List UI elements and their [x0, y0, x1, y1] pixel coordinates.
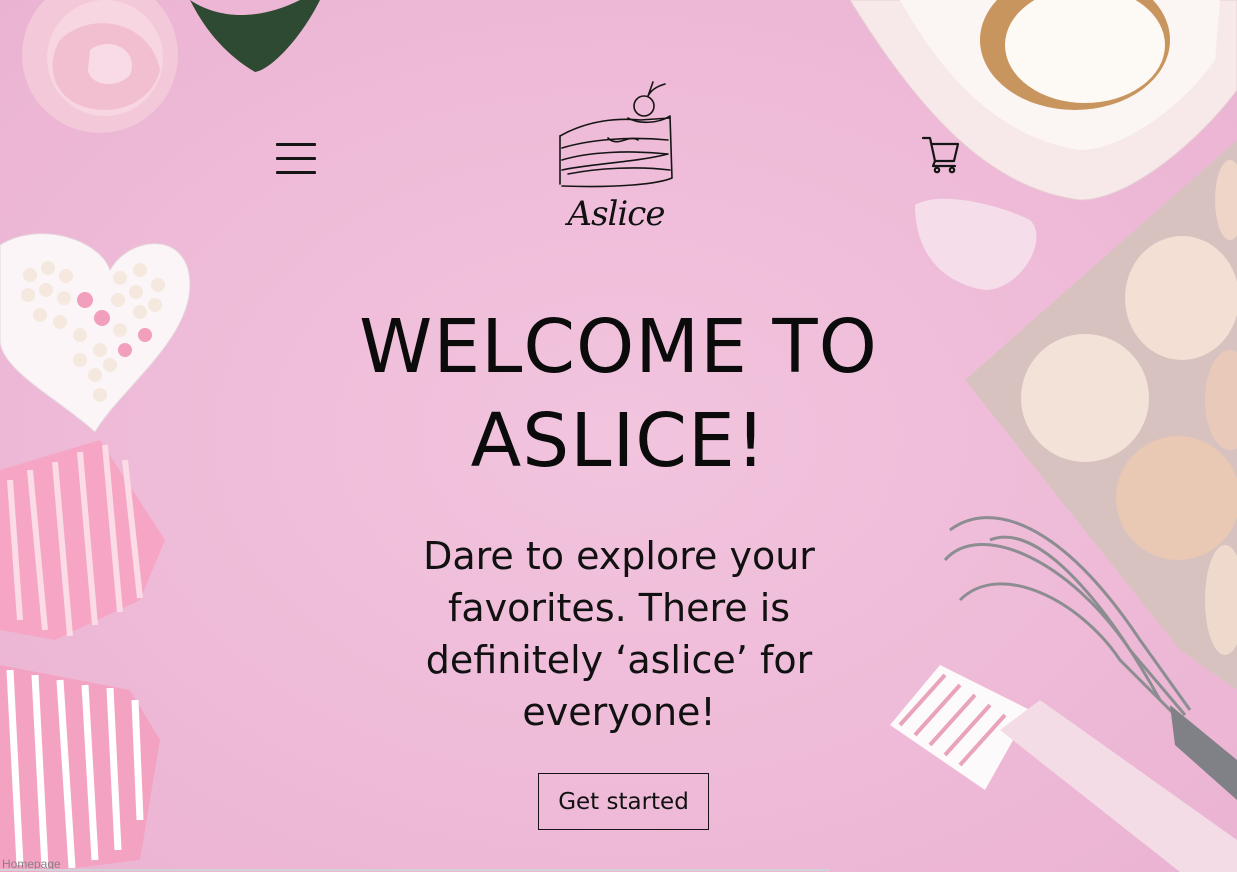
shopping-cart-icon[interactable] [920, 134, 962, 174]
hero-subtitle-line-3: definitely ‘aslice’ for [425, 638, 813, 682]
hero-title-line-1: WELCOME TO [359, 304, 878, 390]
whisk-handle-decor [1170, 705, 1237, 800]
brand-logo[interactable]: Aslice [548, 78, 684, 238]
hero-title: WELCOME TO ASLICE! [300, 300, 937, 488]
hero-subtitle-line-1: Dare to explore your [423, 534, 815, 578]
logo-text: Aslice [567, 194, 666, 234]
pastry-brush-decor [890, 665, 1237, 872]
flour-dish-decor [849, 0, 1237, 201]
bottom-divider [0, 869, 830, 871]
hero-subtitle-line-2: favorites. There is [447, 586, 791, 630]
feather-decor [915, 198, 1037, 290]
heart-dish-decor [0, 233, 191, 433]
get-started-button[interactable]: Get started [538, 773, 709, 830]
hero-title-line-2: ASLICE! [470, 398, 767, 484]
cupcake-liner-decor [0, 440, 165, 872]
hamburger-menu-icon[interactable] [276, 143, 316, 179]
cake-slice-icon [559, 81, 673, 188]
hero-subtitle: Dare to explore your favorites. There is… [380, 530, 858, 738]
hero-subtitle-line-4: everyone! [522, 690, 716, 734]
rose-decor [22, 0, 320, 133]
